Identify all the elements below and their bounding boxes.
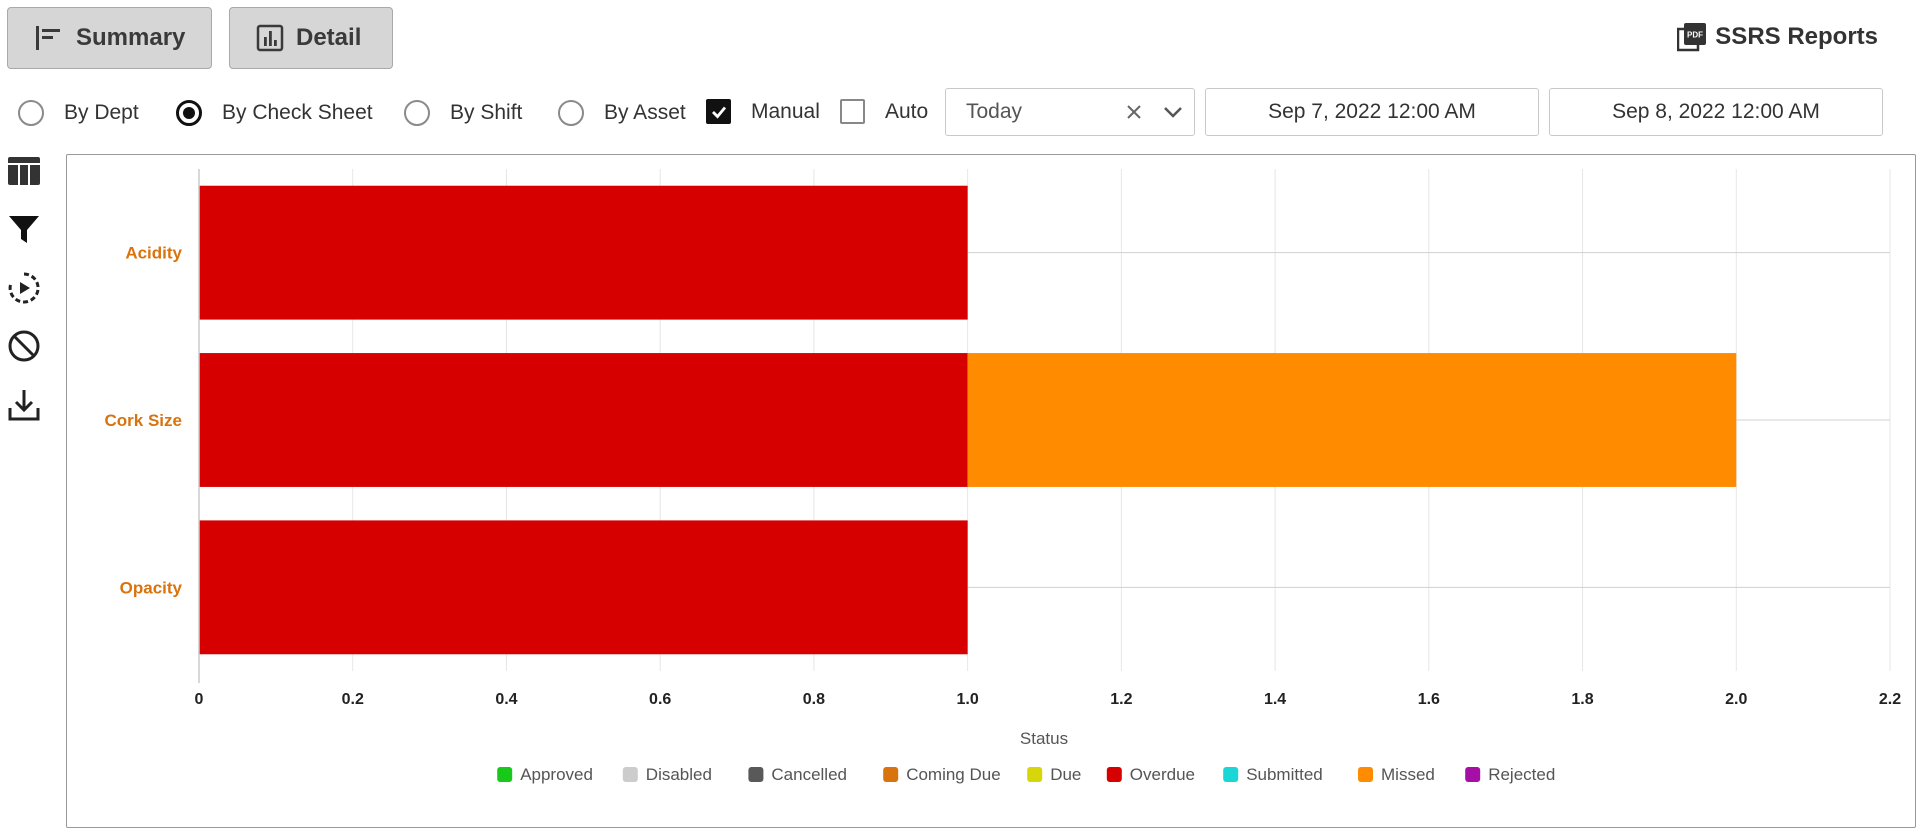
bars xyxy=(199,185,1737,655)
bar-missed[interactable] xyxy=(967,353,1737,487)
category-label: Acidity xyxy=(125,244,182,263)
legend-item-overdue[interactable]: Overdue xyxy=(1106,765,1195,784)
radio-label: By Shift xyxy=(450,101,523,124)
manual-label: Manual xyxy=(751,99,820,123)
date-to-field[interactable]: Sep 8, 2022 12:00 AM xyxy=(1549,88,1883,136)
x-tick-label: 2.2 xyxy=(1879,691,1901,708)
x-axis-title: Status xyxy=(1020,729,1068,748)
auto-label: Auto xyxy=(885,99,929,123)
filter-icon[interactable] xyxy=(7,213,41,247)
pdf-icon: PDF xyxy=(1677,23,1707,52)
date-from-value: Sep 7, 2022 12:00 AM xyxy=(1268,100,1476,123)
x-tick-label: 0.2 xyxy=(342,691,364,708)
radio-label: By Dept xyxy=(64,101,139,124)
x-tick-label: 1.2 xyxy=(1110,691,1132,708)
legend-label: Approved xyxy=(520,765,593,784)
date-from-field[interactable]: Sep 7, 2022 12:00 AM xyxy=(1205,88,1539,136)
x-tick-label: 1.6 xyxy=(1418,691,1440,708)
legend: Approved Disabled Cancelled Coming Due Due Ov… xyxy=(497,765,1555,784)
radio-by-check-sheet[interactable]: By Check Sheet xyxy=(176,100,373,126)
play-refresh-icon[interactable] xyxy=(7,271,41,305)
legend-label: Disabled xyxy=(646,765,712,784)
x-tick-label: 2.0 xyxy=(1725,691,1747,708)
radio-by-shift[interactable]: By Shift xyxy=(404,100,522,126)
legend-swatch xyxy=(497,767,513,782)
radio-circle xyxy=(558,100,584,126)
radio-circle-selected xyxy=(176,100,202,126)
radio-label: By Asset xyxy=(604,101,686,124)
x-tick-label: 0 xyxy=(195,691,204,708)
x-tick-label: 1.0 xyxy=(957,691,979,708)
legend-label: Cancelled xyxy=(771,765,847,784)
legend-item-disabled[interactable]: Disabled xyxy=(622,765,712,784)
clear-icon[interactable] xyxy=(1116,104,1152,120)
detail-icon xyxy=(256,24,284,52)
check-icon xyxy=(711,106,726,119)
manual-checkbox[interactable]: Manual xyxy=(706,99,820,124)
summary-button[interactable]: Summary xyxy=(7,7,212,69)
summary-icon xyxy=(36,26,60,50)
date-range-value: Today xyxy=(966,100,1023,123)
block-icon[interactable] xyxy=(7,329,41,363)
x-tick-label: 0.8 xyxy=(803,691,825,708)
legend-swatch xyxy=(1358,767,1373,782)
legend-swatch xyxy=(1465,767,1481,782)
legend-swatch xyxy=(622,767,638,782)
legend-label: Submitted xyxy=(1246,765,1323,784)
radio-by-dept[interactable]: By Dept xyxy=(18,100,139,126)
category-label: Cork Size xyxy=(105,411,182,430)
ssrs-label: SSRS Reports xyxy=(1715,23,1878,50)
summary-label: Summary xyxy=(76,24,186,51)
status-bar-chart: 0 0.2 0.4 0.6 0.8 1.0 1.2 1.4 1.6 1.8 2.0 2.2 Acidit… xyxy=(105,169,1901,784)
radio-label: By Check Sheet xyxy=(222,101,373,124)
ssrs-reports-button[interactable]: PDF SSRS Reports xyxy=(1677,22,1878,52)
legend-swatch xyxy=(1106,767,1122,782)
bar-overdue[interactable] xyxy=(199,520,968,655)
radio-circle xyxy=(18,100,44,126)
legend-label: Missed xyxy=(1381,765,1435,784)
legend-item-submitted[interactable]: Submitted xyxy=(1223,765,1323,784)
chevron-down-icon[interactable] xyxy=(1152,105,1194,119)
detail-button[interactable]: Detail xyxy=(229,7,393,69)
legend-item-due[interactable]: Due xyxy=(1027,765,1081,784)
svg-text:PDF: PDF xyxy=(1687,31,1703,40)
legend-label: Rejected xyxy=(1488,765,1555,784)
date-range-select[interactable]: Today xyxy=(945,88,1195,136)
legend-item-approved[interactable]: Approved xyxy=(497,765,593,784)
table-icon[interactable] xyxy=(7,154,41,188)
legend-item-coming-due[interactable]: Coming Due xyxy=(883,765,1001,784)
bar-overdue[interactable] xyxy=(199,185,968,320)
x-tick-label: 1.4 xyxy=(1264,691,1286,708)
auto-checkbox[interactable]: Auto xyxy=(840,99,928,124)
legend-item-cancelled[interactable]: Cancelled xyxy=(748,765,847,784)
legend-item-rejected[interactable]: Rejected xyxy=(1465,765,1555,784)
radio-by-asset[interactable]: By Asset xyxy=(558,100,686,126)
legend-label: Overdue xyxy=(1130,765,1195,784)
chart-panel: 0 0.2 0.4 0.6 0.8 1.0 1.2 1.4 1.6 1.8 2.0 2.2 Acidit… xyxy=(66,154,1916,828)
legend-swatch xyxy=(1027,767,1043,782)
date-to-value: Sep 8, 2022 12:00 AM xyxy=(1612,100,1820,123)
x-tick-label: 1.8 xyxy=(1571,691,1593,708)
checkbox-checked xyxy=(706,99,731,124)
checkbox-unchecked xyxy=(840,99,865,124)
detail-label: Detail xyxy=(296,24,362,51)
legend-label: Coming Due xyxy=(906,765,1001,784)
category-label: Opacity xyxy=(120,578,183,597)
legend-label: Due xyxy=(1050,765,1081,784)
legend-swatch xyxy=(1223,767,1239,782)
x-tick-label: 0.4 xyxy=(495,691,517,708)
legend-swatch xyxy=(748,767,764,782)
download-icon[interactable] xyxy=(7,388,41,422)
x-tick-label: 0.6 xyxy=(649,691,671,708)
radio-circle xyxy=(404,100,430,126)
legend-item-missed[interactable]: Missed xyxy=(1358,765,1435,784)
bar-overdue[interactable] xyxy=(199,353,968,487)
legend-swatch xyxy=(883,767,899,782)
